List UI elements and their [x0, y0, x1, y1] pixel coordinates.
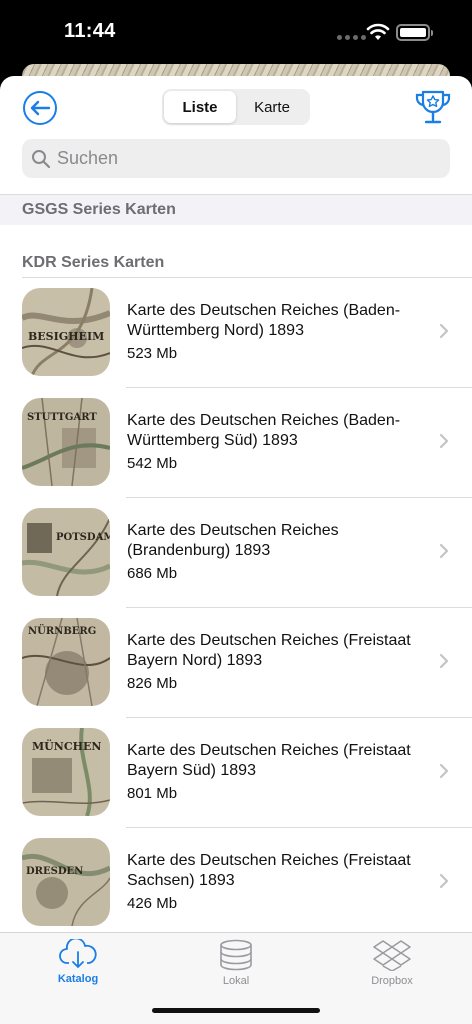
map-title: Karte des Deutschen Reiches (Baden-Württ… [127, 302, 401, 339]
map-thumbnail: NÜRNBERG [22, 618, 110, 706]
tab-label: Dropbox [371, 975, 413, 987]
cloud-download-icon [59, 939, 97, 968]
list-item[interactable]: NÜRNBERG Karte des Deutschen Reiches (Fr… [0, 608, 472, 718]
list-item[interactable]: DRESDEN Karte des Deutschen Reiches (Fre… [0, 828, 472, 938]
database-icon [220, 939, 252, 971]
map-size: 826 Mb [127, 675, 178, 692]
home-indicator [152, 1008, 320, 1013]
thumbnail-label: BESIGHEIM [28, 330, 104, 343]
map-title: Karte des Deutschen Reiches (Freistaat B… [127, 742, 411, 779]
status-time: 11:44 [64, 20, 116, 42]
status-bar: 11:44 [0, 0, 472, 64]
chevron-right-icon [439, 323, 449, 339]
list-item[interactable]: STUTTGART Karte des Deutschen Reiches (B… [0, 388, 472, 498]
chevron-right-icon [439, 873, 449, 889]
list-item[interactable]: BESIGHEIM Karte des Deutschen Reiches (B… [0, 278, 472, 388]
thumbnail-label: STUTTGART [27, 412, 97, 423]
tab-lokal[interactable]: Lokal [186, 939, 286, 987]
search-bar [22, 139, 450, 178]
battery-icon [396, 24, 433, 41]
tab-katalog[interactable]: Katalog [28, 939, 128, 985]
thumbnail-label: NÜRNBERG [28, 624, 96, 637]
thumbnail-label: DRESDEN [26, 866, 83, 877]
chevron-right-icon [439, 433, 449, 449]
map-size: 426 Mb [127, 895, 178, 912]
section-title: GSGS Series Karten [22, 201, 176, 218]
wifi-icon [366, 23, 390, 40]
map-size: 801 Mb [127, 785, 178, 802]
search-icon [32, 149, 51, 168]
map-title: Karte des Deutschen Reiches (Freistaat S… [127, 852, 411, 889]
map-size: 542 Mb [127, 455, 178, 472]
list-item[interactable]: MÜNCHEN Karte des Deutschen Reiches (Fre… [0, 718, 472, 828]
map-size: 686 Mb [127, 565, 178, 582]
segment-list[interactable]: Liste [164, 91, 236, 123]
map-thumbnail: POTSDAM [22, 508, 110, 596]
map-thumbnail: BESIGHEIM [22, 288, 110, 376]
segment-map[interactable]: Karte [236, 91, 308, 123]
map-title: Karte des Deutschen Reiches (Brandenburg… [127, 522, 339, 559]
tab-label: Katalog [57, 973, 99, 985]
section-header-gsgs[interactable]: GSGS Series Karten [0, 194, 472, 225]
map-thumbnail: DRESDEN [22, 838, 110, 926]
chevron-right-icon [439, 763, 449, 779]
tab-dropbox[interactable]: Dropbox [342, 939, 442, 987]
map-thumbnail: STUTTGART [22, 398, 110, 486]
tab-label: Lokal [222, 975, 250, 987]
map-thumbnail: MÜNCHEN [22, 728, 110, 816]
search-input[interactable] [57, 148, 437, 169]
section-title: KDR Series Karten [22, 254, 165, 271]
thumbnail-label: POTSDAM [56, 532, 110, 543]
map-size: 523 Mb [127, 345, 178, 362]
chevron-right-icon [439, 543, 449, 559]
list-item[interactable]: POTSDAM Karte des Deutschen Reiches (Bra… [0, 498, 472, 608]
map-title: Karte des Deutschen Reiches (Baden-Württ… [127, 412, 401, 449]
thumbnail-label: MÜNCHEN [32, 739, 101, 753]
map-list: BESIGHEIM Karte des Deutschen Reiches (B… [0, 278, 472, 938]
catalog-sheet: Liste Karte GSGS Series Karten KDR Serie… [0, 76, 472, 1024]
section-header-kdr: KDR Series Karten [0, 248, 472, 278]
map-title: Karte des Deutschen Reiches (Freistaat B… [127, 632, 411, 669]
dropbox-icon [373, 940, 411, 971]
back-button[interactable] [22, 90, 58, 126]
cellular-signal-icon [337, 35, 366, 40]
view-mode-segmented-control: Liste Karte [162, 89, 310, 125]
trophy-icon[interactable] [414, 88, 452, 128]
chevron-right-icon [439, 653, 449, 669]
